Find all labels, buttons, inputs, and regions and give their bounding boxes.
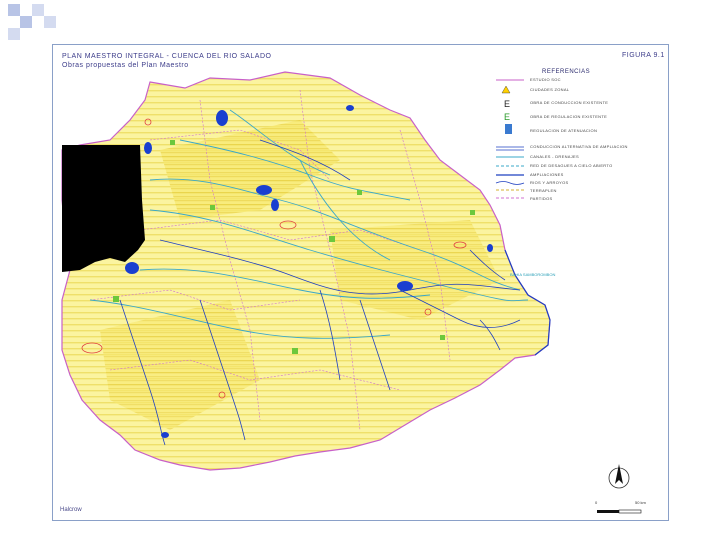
map-subtitle: Obras propuestas del Plan Maestro xyxy=(62,62,189,69)
legend-label: ESTUDIO SOC xyxy=(530,77,561,82)
legend-label: TERRAPLEN xyxy=(530,188,557,193)
legend-item: TERRAPLEN xyxy=(530,188,557,193)
map-title: PLAN MAESTRO INTEGRAL - CUENCA DEL RIO S… xyxy=(62,53,272,60)
legend-item: RED DE DESAGUES A CIELO ABIERTO xyxy=(530,163,613,168)
legend-label: REGULACION DE ATENUACION xyxy=(530,128,598,133)
legend-label: RED DE DESAGUES A CIELO ABIERTO xyxy=(530,163,613,168)
legend-label: PARTIDOS xyxy=(530,196,553,201)
legend-item: PARTIDOS xyxy=(530,196,552,201)
legend-label: RIOS Y ARROYOS xyxy=(530,180,569,185)
north-arrow-icon xyxy=(608,464,630,489)
title-block: PLAN MAESTRO INTEGRAL - CUENCA DEL RIO S… xyxy=(62,52,271,70)
figure-label: FIGURA 9.1 xyxy=(622,52,665,59)
legend-label: CANALES - DRENAJES xyxy=(530,154,579,159)
legend-label: OBRA DE CONDUCCION EXISTENTE xyxy=(530,100,609,105)
bay-label: BAHIA SAMBOROMBON xyxy=(510,272,556,277)
legend-label: OBRA DE REGULACION EXISTENTE xyxy=(530,114,608,119)
scale-bar: 0 50 km xyxy=(595,500,647,516)
scale-start-label: 0 xyxy=(595,500,598,505)
legend-label: AMPLIACIONES xyxy=(530,172,564,177)
legend-item: CONDUCCION ALTERNATIVA DE AMPLIACION xyxy=(530,144,628,149)
scale-end-label: 50 km xyxy=(635,500,646,505)
legend-item: ESTUDIO SOC xyxy=(530,77,561,82)
legend-item: AMPLIACIONES xyxy=(530,172,564,177)
legend-item: CIUDADES ZONAL xyxy=(530,87,569,92)
legend-item: OBRA DE REGULACION EXISTENTE xyxy=(530,114,607,119)
legend-title: REFERENCIAS xyxy=(542,69,591,75)
legend: ESTUDIO SOC CIUDADES ZONAL OBRA DE CONDU… xyxy=(492,76,662,206)
footer-logo-text: Halcrow xyxy=(60,507,82,513)
legend-label: CONDUCCION ALTERNATIVA DE AMPLIACION xyxy=(530,144,628,149)
legend-item: RIOS Y ARROYOS xyxy=(530,180,569,185)
legend-item: OBRA DE CONDUCCION EXISTENTE xyxy=(530,100,608,105)
masked-area xyxy=(62,145,145,272)
legend-label: CIUDADES ZONAL xyxy=(530,87,570,92)
legend-item: CANALES - DRENAJES xyxy=(530,154,579,159)
legend-item: REGULACION DE ATENUACION xyxy=(530,128,597,133)
